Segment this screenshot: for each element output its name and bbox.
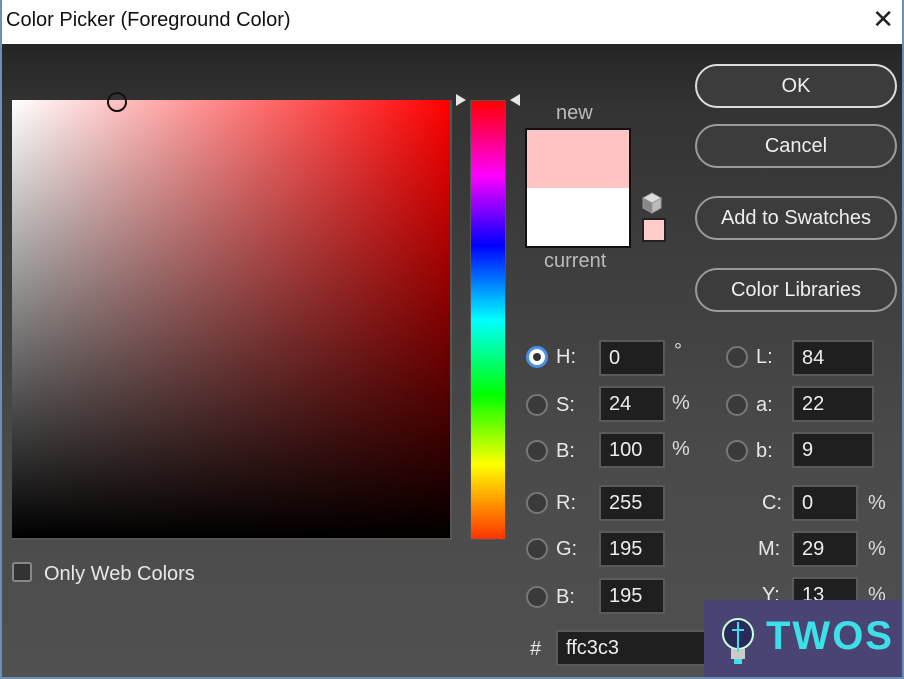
percent-unit: % — [672, 438, 690, 460]
green-label: G: — [556, 538, 578, 560]
new-color-swatch — [527, 130, 629, 188]
dialog-body: new current OK Cancel Add to Swatches Co… — [2, 44, 902, 677]
blue-input[interactable]: 195 — [599, 578, 665, 614]
cancel-button[interactable]: Cancel — [695, 124, 897, 168]
lab-a-radio[interactable] — [726, 394, 748, 416]
blue-label: B: — [556, 586, 575, 608]
saturation-input[interactable]: 24 — [599, 386, 665, 422]
saturation-radio[interactable] — [526, 394, 548, 416]
magenta-label: M: — [758, 538, 781, 560]
green-input[interactable]: 195 — [599, 531, 665, 567]
lightness-radio[interactable] — [726, 346, 748, 368]
ok-button[interactable]: OK — [695, 64, 897, 108]
hue-radio[interactable] — [526, 346, 548, 368]
hue-slider[interactable] — [470, 100, 506, 540]
new-label: new — [556, 102, 593, 124]
cube-icon[interactable] — [642, 192, 662, 214]
current-label: current — [544, 250, 607, 272]
brightness-radio[interactable] — [526, 440, 548, 462]
hue-input[interactable]: 0 — [599, 340, 665, 376]
lab-b-radio[interactable] — [726, 440, 748, 462]
percent-unit: % — [868, 538, 886, 560]
cyan-label: C: — [762, 492, 782, 514]
current-color-swatch[interactable] — [527, 188, 629, 246]
brightness-input[interactable]: 100 — [599, 432, 665, 468]
lightness-label: L: — [756, 346, 773, 368]
green-radio[interactable] — [526, 538, 548, 560]
web-safe-color-swatch[interactable] — [642, 218, 666, 242]
color-libraries-button[interactable]: Color Libraries — [695, 268, 897, 312]
hue-slider-right-arrow-icon[interactable] — [510, 94, 520, 106]
saturation-brightness-field[interactable] — [12, 92, 452, 540]
lab-a-label: a: — [756, 394, 773, 416]
watermark-text: TWOS — [766, 614, 894, 658]
lab-b-input[interactable]: 9 — [792, 432, 874, 468]
lightness-input[interactable]: 84 — [792, 340, 874, 376]
red-label: R: — [556, 492, 576, 514]
magenta-input[interactable]: 29 — [792, 531, 858, 567]
lightbulb-icon — [722, 618, 754, 664]
red-input[interactable]: 255 — [599, 485, 665, 521]
percent-unit: % — [672, 392, 690, 414]
dialog-title: Color Picker (Foreground Color) — [6, 9, 291, 31]
color-picker-dialog: Color Picker (Foreground Color) ✕ new cu… — [2, 0, 902, 677]
only-web-colors-label: Only Web Colors — [44, 563, 195, 585]
saturation-label: S: — [556, 394, 575, 416]
hue-label: H: — [556, 346, 576, 368]
degree-unit: ° — [674, 340, 682, 362]
blue-radio[interactable] — [526, 586, 548, 608]
only-web-colors-checkbox[interactable] — [12, 562, 32, 582]
watermark: TWOS — [704, 600, 902, 677]
hue-slider-left-arrow-icon[interactable] — [456, 94, 466, 106]
brightness-label: B: — [556, 440, 575, 462]
color-comparison-swatch — [525, 128, 631, 248]
hex-label: # — [530, 638, 542, 660]
red-radio[interactable] — [526, 492, 548, 514]
lab-b-label: b: — [756, 440, 773, 462]
add-to-swatches-button[interactable]: Add to Swatches — [695, 196, 897, 240]
close-x-icon[interactable]: ✕ — [872, 6, 894, 34]
lab-a-input[interactable]: 22 — [792, 386, 874, 422]
title-bar: Color Picker (Foreground Color) ✕ — [2, 0, 902, 44]
color-field-cursor[interactable] — [107, 92, 127, 112]
percent-unit: % — [868, 492, 886, 514]
cyan-input[interactable]: 0 — [792, 485, 858, 521]
